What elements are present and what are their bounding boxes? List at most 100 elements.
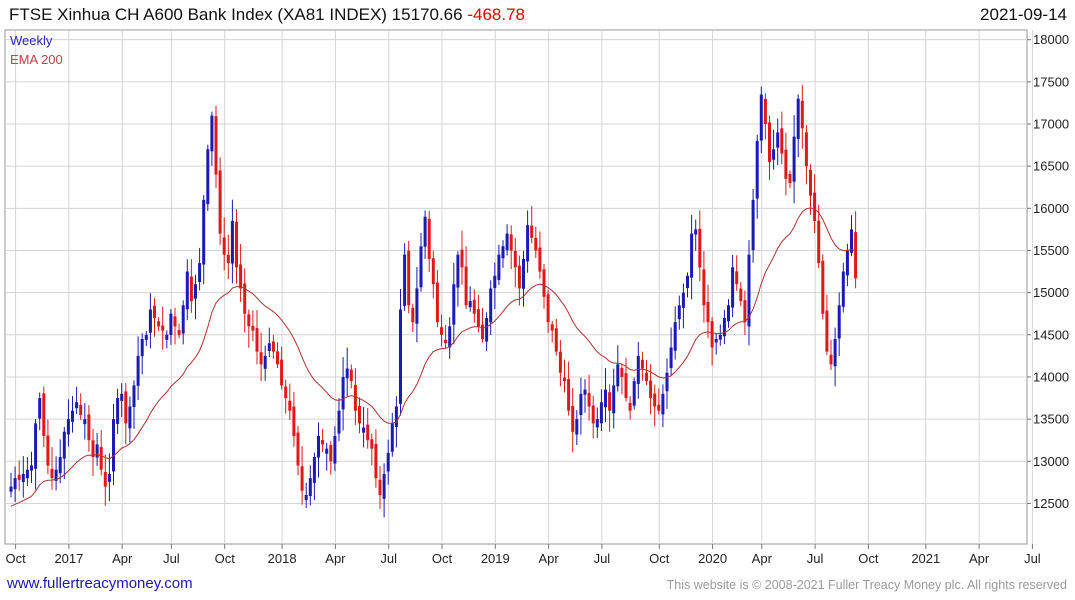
candle-body	[79, 405, 83, 415]
candle-body	[255, 328, 259, 352]
candle-body	[640, 359, 644, 369]
candle-body	[30, 465, 33, 471]
candle-body	[185, 271, 189, 310]
candle-body	[768, 122, 771, 162]
candle-body	[485, 317, 489, 342]
price-chart: 12500 13000 13500 14000 14500 15000 15500 16000…	[4, 29, 1069, 566]
candle-body	[653, 393, 657, 407]
candle-body	[759, 94, 763, 141]
candle-body	[25, 469, 29, 479]
candle-body	[427, 218, 431, 259]
y-tick-label: 18000	[1033, 32, 1069, 47]
candle-body	[456, 254, 460, 288]
candle-body	[710, 321, 714, 348]
candle-body	[813, 192, 817, 221]
x-axis: Oct 2017 Apr Jul Oct 2018 Apr Jul Oct 2019 Apr Jul O…	[5, 544, 1041, 566]
candle-body	[173, 316, 177, 327]
x-tick-label: Oct	[215, 551, 236, 566]
candle-body	[448, 326, 452, 348]
candle-body	[34, 423, 38, 469]
y-tick-label: 13500	[1033, 412, 1069, 427]
candle-body	[263, 355, 267, 369]
candle-body	[161, 325, 165, 331]
candle-body	[95, 444, 99, 458]
x-tick-label: Apr	[538, 551, 559, 566]
candle-body	[452, 284, 456, 325]
candle-body	[415, 288, 419, 324]
candle-body	[845, 250, 849, 276]
candle-body	[103, 472, 107, 487]
candle-body	[796, 98, 800, 140]
candle-body	[772, 149, 776, 160]
candle-body	[235, 221, 238, 268]
candle-body	[522, 258, 525, 289]
candle-body	[563, 377, 566, 382]
y-tick-label: 17500	[1033, 74, 1069, 89]
legend-weekly: Weekly	[10, 33, 53, 48]
candle-body	[321, 439, 325, 445]
y-tick-label: 16000	[1033, 201, 1069, 216]
candle-body	[817, 220, 821, 264]
candle-body	[58, 457, 62, 474]
candle-body	[608, 392, 612, 411]
candle-body	[628, 402, 632, 411]
candle-body	[751, 199, 755, 251]
candle-body	[649, 380, 653, 399]
candle-body	[189, 276, 193, 302]
copyright-notice: This website is © 2008-2021 Fuller Treac…	[666, 578, 1067, 592]
candle-body	[604, 389, 607, 408]
candle-body	[489, 288, 493, 323]
candle-body	[686, 275, 689, 289]
candle-body	[349, 369, 353, 382]
candle-body	[595, 419, 599, 428]
candle-body	[107, 473, 111, 482]
x-tick-label: 2019	[481, 551, 510, 566]
candle-body	[165, 334, 169, 340]
candle-body	[128, 406, 132, 429]
candle-body	[435, 282, 439, 323]
candle-body	[567, 379, 571, 411]
candle-body	[493, 275, 497, 289]
candle-body	[132, 385, 136, 408]
x-tick-label: Apr	[112, 551, 133, 566]
x-tick-label: Oct	[858, 551, 879, 566]
candle-body	[259, 352, 263, 365]
candle-body	[386, 452, 390, 472]
candle-body	[735, 271, 739, 285]
candle-body	[731, 267, 735, 308]
candle-body	[403, 254, 407, 306]
candle-body	[501, 246, 505, 259]
candle-body	[99, 447, 103, 470]
candle-body	[394, 406, 398, 427]
candle-body	[112, 419, 115, 472]
candle-body	[763, 98, 767, 124]
candle-body	[792, 136, 796, 182]
candle-body	[632, 381, 636, 406]
y-tick-label: 16500	[1033, 159, 1069, 174]
x-tick-label: Apr	[969, 551, 990, 566]
site-link[interactable]: www.fullertreacymoney.com	[7, 575, 193, 592]
candle-body	[317, 435, 320, 458]
candle-body	[91, 440, 95, 458]
candle-body	[530, 225, 534, 238]
candle-body	[411, 307, 415, 323]
candle-body	[280, 359, 284, 386]
candle-body	[337, 410, 341, 434]
candle-body	[62, 431, 66, 459]
candle-body	[698, 228, 702, 268]
candle-body	[206, 149, 210, 205]
plot-area	[4, 29, 1028, 545]
candle-body	[222, 237, 226, 255]
x-tick-label: 2018	[268, 551, 297, 566]
candle-body	[727, 305, 730, 322]
y-tick-label: 17000	[1033, 117, 1069, 132]
candle-body	[370, 439, 374, 449]
x-tick-label: 2021	[911, 551, 940, 566]
candle-body	[657, 404, 661, 411]
candle-body	[202, 199, 206, 265]
candle-body	[841, 271, 845, 307]
candle-body	[718, 334, 722, 340]
candle-body	[550, 324, 554, 331]
candle-body	[538, 247, 542, 272]
candle-body	[673, 322, 677, 351]
